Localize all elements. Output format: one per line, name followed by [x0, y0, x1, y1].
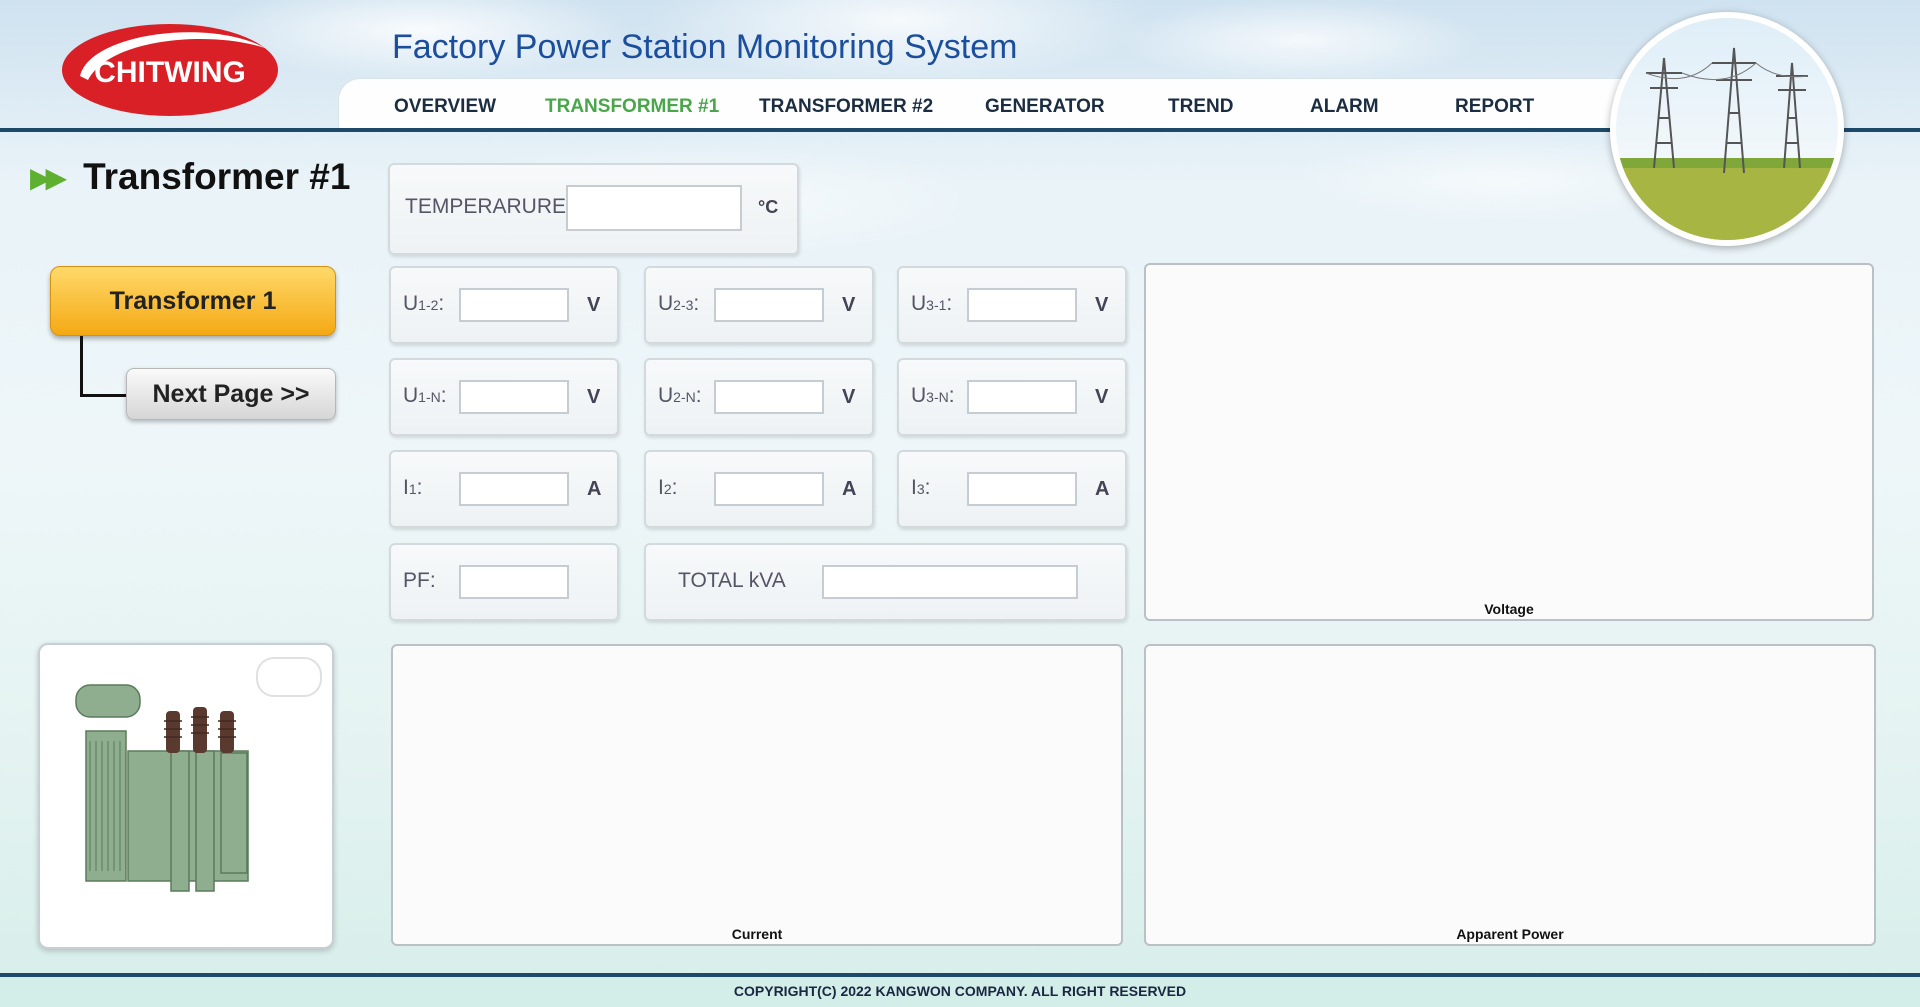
nav-generator[interactable]: GENERATOR — [985, 96, 1105, 118]
page-title: Transformer #1 — [83, 156, 351, 197]
apparent-power-chart: Apparent Power — [1144, 644, 1876, 946]
total-kva-panel: TOTAL kVA — [644, 543, 1127, 621]
u1n-label: U1-N: — [403, 384, 447, 407]
u2n-panel: U2-N: V — [644, 358, 874, 436]
i2-panel: I2: A — [644, 450, 874, 528]
current-chart: Current — [391, 644, 1123, 946]
transformer-1-button[interactable]: Transformer 1 — [50, 266, 336, 336]
main-nav: OVERVIEW TRANSFORMER #1 TRANSFORMER #2 G… — [338, 78, 1630, 131]
u12-panel: U1-2: V — [389, 266, 619, 344]
u2n-field — [714, 380, 824, 414]
temperature-field — [566, 185, 742, 231]
temperature-unit: °C — [758, 197, 779, 217]
temperature-panel: TEMPERARURE: °C — [388, 163, 799, 255]
nav-trend[interactable]: TREND — [1168, 96, 1233, 118]
u2n-label: U2-N: — [658, 384, 702, 407]
u23-label: U2-3: — [658, 292, 700, 315]
copyright-text: COPYRIGHT(C) 2022 KANGWON COMPANY. ALL R… — [733, 983, 1187, 999]
u31-field — [967, 288, 1077, 322]
u1n-panel: U1-N: V — [389, 358, 619, 436]
i2-field — [714, 472, 824, 506]
nav-transformer-1[interactable]: TRANSFORMER #1 — [545, 96, 719, 118]
voltage-chart: Voltage — [1144, 263, 1874, 621]
chitwing-logo: CHITWING — [60, 18, 280, 118]
total-kva-field — [822, 565, 1078, 599]
tree-connector — [80, 336, 129, 397]
u31-panel: U3-1: V — [897, 266, 1127, 344]
u23-panel: U2-3: V — [644, 266, 874, 344]
i1-unit: A — [587, 478, 602, 500]
u31-label: U3-1: — [911, 292, 953, 315]
u3n-panel: U3-N: V — [897, 358, 1127, 436]
app-title: Factory Power Station Monitoring System — [392, 28, 1018, 66]
current-chart-title: Current — [731, 926, 783, 942]
u3n-unit: V — [1095, 386, 1109, 408]
pf-field — [459, 565, 569, 599]
u12-label: U1-2: — [403, 292, 445, 315]
transformer-image-card — [38, 643, 334, 949]
pf-label: PF: — [403, 569, 436, 592]
i2-label: I2: — [658, 476, 678, 499]
nav-overview[interactable]: OVERVIEW — [394, 96, 496, 118]
i1-panel: I1: A — [389, 450, 619, 528]
temperature-label: TEMPERARURE: — [405, 195, 572, 218]
nav-alarm[interactable]: ALARM — [1310, 96, 1379, 118]
i2-unit: A — [842, 478, 857, 500]
transformer-image — [75, 684, 249, 892]
voltage-chart-title: Voltage — [1484, 601, 1534, 617]
pf-panel: PF: — [389, 543, 619, 621]
svg-text:CHITWING: CHITWING — [94, 56, 246, 89]
apparent-power-chart-title: Apparent Power — [1456, 926, 1564, 942]
i1-field — [459, 472, 569, 506]
u12-unit: V — [587, 294, 601, 316]
i3-label: I3: — [911, 476, 931, 499]
i1-label: I1: — [403, 476, 423, 499]
u2n-unit: V — [842, 386, 856, 408]
total-kva-label: TOTAL kVA — [678, 569, 786, 592]
next-page-button[interactable]: Next Page >> — [126, 368, 336, 420]
u1n-unit: V — [587, 386, 601, 408]
u12-field — [459, 288, 569, 322]
page-heading: ▶▶ Transformer #1 — [30, 156, 350, 198]
u31-unit: V — [1095, 294, 1109, 316]
nav-report[interactable]: REPORT — [1455, 96, 1534, 118]
u3n-label: U3-N: — [911, 384, 955, 407]
u23-unit: V — [842, 294, 856, 316]
u3n-field — [967, 380, 1077, 414]
u23-field — [714, 288, 824, 322]
i3-field — [967, 472, 1077, 506]
i3-unit: A — [1095, 478, 1110, 500]
power-pylons-image — [1610, 12, 1844, 246]
double-chevron-right-icon: ▶▶ — [30, 161, 67, 193]
i3-panel: I3: A — [897, 450, 1127, 528]
nav-transformer-2[interactable]: TRANSFORMER #2 — [759, 96, 933, 118]
u1n-field — [459, 380, 569, 414]
footer: COPYRIGHT(C) 2022 KANGWON COMPANY. ALL R… — [0, 973, 1920, 1007]
